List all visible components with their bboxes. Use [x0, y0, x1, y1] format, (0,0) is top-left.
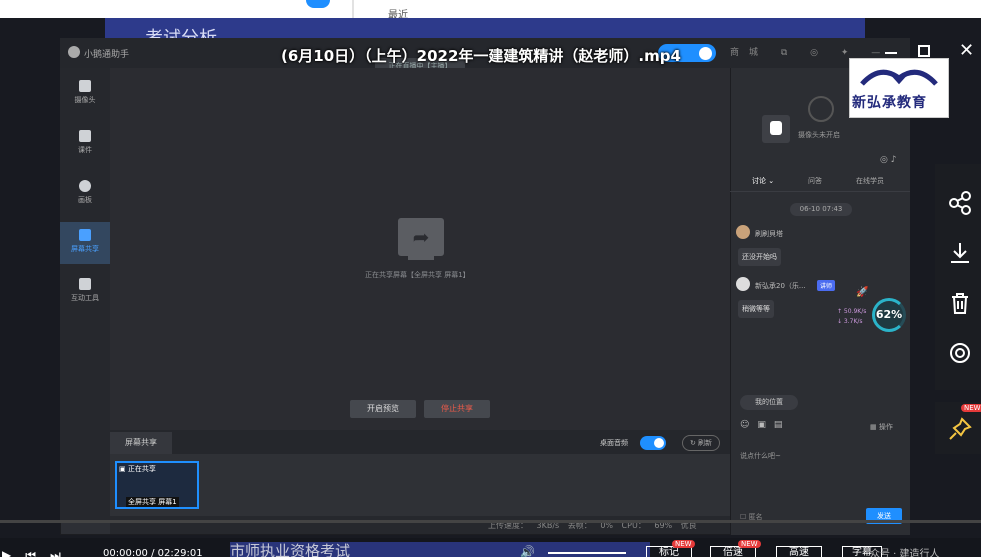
chat-tool-icons[interactable]: ☺▣▤	[740, 420, 790, 430]
logo-mark-icon	[860, 69, 938, 86]
app-logo-icon	[68, 46, 80, 58]
topbar-divider	[352, 0, 354, 18]
chat-input[interactable]: 说点什么吧~	[740, 451, 781, 461]
toolbox-icon	[79, 278, 91, 290]
new-badge: NEW	[738, 540, 761, 548]
rail-item-camera[interactable]: 摄像头	[60, 80, 110, 105]
desktop-audio-label: 桌面音频	[600, 439, 628, 447]
video-player: 最近 考试分析 小鹅通助手 商城 ⧉ ◎ ✦ — 正在直播中【主播】 摄像头 课…	[0, 0, 981, 557]
message-bubble: 稍微等等	[738, 300, 774, 318]
focus-icon[interactable]	[947, 340, 973, 366]
camera-status-text: 摄像头未开启	[798, 131, 840, 139]
message-author: 刷刷貝塔	[755, 230, 783, 238]
tab-qa[interactable]: 问答	[808, 176, 822, 186]
playback-controls[interactable]: ▶⏮⏭	[2, 548, 75, 557]
tab-label: 讨论	[752, 177, 766, 185]
refresh-label: 刷新	[698, 439, 713, 447]
rail-label: 课件	[78, 146, 92, 154]
rail-item-screen-share[interactable]: 屏幕共享	[60, 229, 110, 254]
delete-icon[interactable]	[947, 290, 973, 316]
rail-item-palette[interactable]: 画板	[60, 180, 110, 205]
rail-item-courseware[interactable]: 课件	[60, 130, 110, 155]
rail-label: 摄像头	[74, 96, 96, 104]
stop-share-button[interactable]: 停止共享	[424, 400, 490, 418]
download-speed: ↓ 3.7K/s	[837, 318, 863, 325]
network-speed: ↑ 50.9K/s ↓ 3.7K/s	[837, 307, 866, 327]
rail-item-toolbox[interactable]: 互动工具	[60, 278, 110, 303]
monitor-stand	[408, 256, 434, 260]
brand-logo-text: 新弘承教育	[852, 95, 927, 111]
slide-footer-text: 市师执业资格考试	[230, 542, 650, 557]
screen-share-large-icon: ➦	[398, 218, 444, 256]
tab-discussion[interactable]: 讨论 ⌄	[752, 176, 774, 186]
thumbnail-label: 全屏共享 屏幕1	[126, 497, 179, 507]
new-badge: NEW	[672, 540, 695, 548]
avatar[interactable]	[736, 225, 750, 239]
rail-label: 互动工具	[71, 294, 99, 302]
minimize-icon[interactable]	[885, 52, 897, 54]
sharing-status-text: 正在共享屏幕【全屏共享 屏幕1】	[365, 271, 470, 279]
share-icon[interactable]	[947, 190, 973, 216]
camera-icon	[79, 80, 91, 92]
start-preview-button[interactable]: 开启预览	[350, 400, 416, 418]
chat-timestamp: 06-10 07:43	[790, 203, 852, 216]
quality-button[interactable]: 高速	[776, 546, 822, 557]
watermark: 众号 · 建造行人	[870, 549, 940, 557]
progress-bar[interactable]	[0, 520, 981, 523]
toggle-knob	[699, 47, 712, 60]
pin-icon[interactable]	[947, 416, 973, 442]
avatar[interactable]	[736, 277, 750, 291]
share-bar	[110, 430, 730, 454]
operations-label: 操作	[878, 423, 893, 431]
teacher-badge: 讲师	[817, 280, 836, 291]
camera-off-icon	[808, 96, 834, 122]
thumbnail-status-text: 正在共享	[127, 465, 156, 473]
tab-online-students[interactable]: 在线学员	[856, 176, 884, 186]
volume-icon[interactable]: 🔊	[520, 545, 535, 557]
share-thumbnails	[110, 454, 730, 516]
operations-button[interactable]: ▦ 操作	[870, 422, 893, 432]
close-icon[interactable]: ✕	[959, 40, 974, 61]
upload-speed: ↑ 50.9K/s	[837, 308, 867, 315]
courseware-icon	[79, 130, 91, 142]
toggle-knob	[654, 438, 664, 448]
download-icon[interactable]	[947, 240, 973, 266]
video-title: (6月10日）（上午）2022年一建建筑精讲（赵老师）.mp4	[281, 47, 681, 65]
my-position-button[interactable]: 我的位置	[740, 395, 798, 410]
browser-topbar	[0, 0, 981, 18]
volume-slider[interactable]	[548, 552, 626, 554]
refresh-button[interactable]: ↻ 刷新	[682, 435, 720, 451]
speed-gauge[interactable]: 62%	[872, 298, 906, 332]
rail-label: 屏幕共享	[71, 245, 99, 253]
screen-share-icon	[79, 229, 91, 241]
app-title-icons[interactable]: 商城 ⧉ ◎ ✦ —	[730, 45, 890, 58]
rail-label: 画板	[78, 196, 92, 204]
time-display: 00:00:00 / 02:29:01	[103, 548, 203, 557]
mic-icon[interactable]: ◎ ♪	[880, 155, 896, 165]
palette-icon	[79, 180, 91, 192]
camera-glyph-icon	[770, 121, 782, 135]
rocket-icon: 🚀	[856, 287, 869, 298]
thumbnail-status: ▣ 正在共享	[119, 465, 156, 473]
slide-header: 考试分析	[105, 18, 865, 40]
message-bubble: 还没开始吗	[738, 248, 781, 266]
maximize-icon[interactable]	[918, 45, 930, 57]
new-badge: NEW	[961, 404, 981, 412]
tab-screen-share[interactable]: 屏幕共享	[110, 432, 172, 454]
app-name: 小鹅通助手	[84, 50, 130, 60]
message-author: 新弘承20（乐...	[755, 282, 806, 290]
